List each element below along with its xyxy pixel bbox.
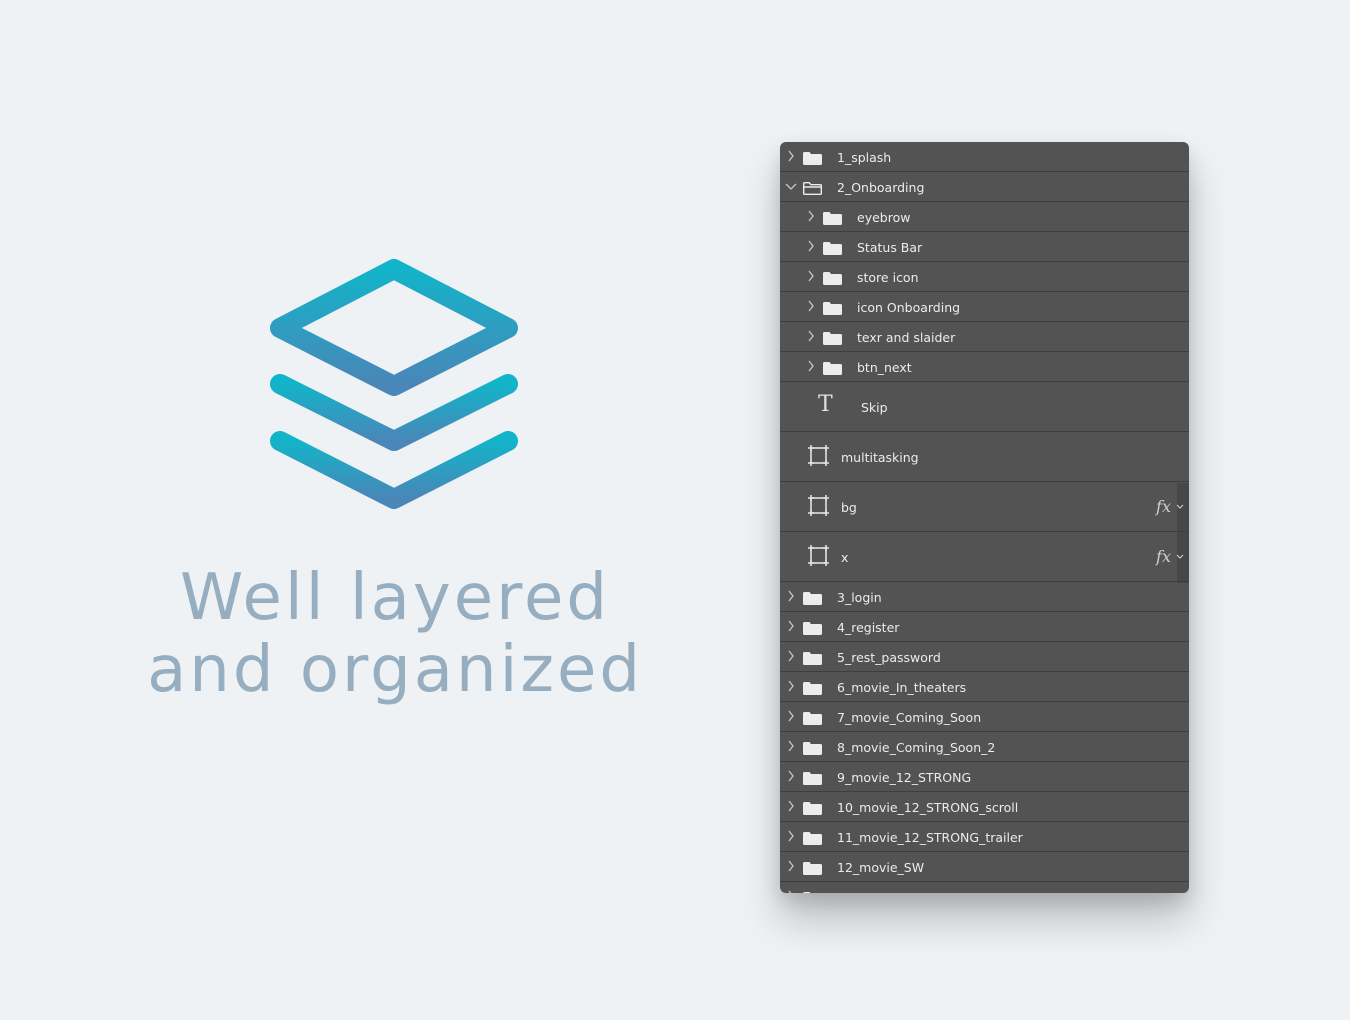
layer-label: multitasking [841,450,919,465]
chevron-right-icon[interactable] [786,829,796,843]
headline-line-1: Well layered [180,561,610,635]
folder-icon [803,712,822,725]
layer-label: btn_next [857,360,912,375]
chevron-right-icon[interactable] [786,889,796,893]
folder-icon [803,772,822,785]
folder-icon [823,362,842,375]
shape-layer-icon [808,445,829,466]
layer-row-icon-onboarding[interactable]: icon Onboarding [780,292,1189,322]
layer-row-10-movie-12-strong-scroll[interactable]: 10_movie_12_STRONG_scroll [780,792,1189,822]
folder-icon [803,682,822,695]
layer-row-skip[interactable]: T Skip [780,382,1189,432]
layer-row-eyebrow[interactable]: eyebrow [780,202,1189,232]
chevron-right-icon[interactable] [806,359,816,373]
layer-row-bg[interactable]: bg fx [780,482,1189,532]
shape-layer-icon [808,495,829,516]
chevron-right-icon[interactable] [786,679,796,693]
layer-row-12-movie-sw[interactable]: 12_movie_SW [780,852,1189,882]
chevron-right-icon[interactable] [786,649,796,663]
layer-row-9-movie-12-strong[interactable]: 9_movie_12_STRONG [780,762,1189,792]
layer-label: x [841,550,849,565]
chevron-right-icon[interactable] [806,329,816,343]
layer-label: 2_Onboarding [837,180,925,195]
layer-row-partial[interactable] [780,882,1189,893]
layer-row-2-onboarding[interactable]: 2_Onboarding [780,172,1189,202]
folder-icon [823,302,842,315]
folder-open-icon [803,182,822,195]
layer-label: 9_movie_12_STRONG [837,770,972,785]
chevron-right-icon[interactable] [786,739,796,753]
layer-label: 3_login [837,590,882,605]
chevron-right-icon[interactable] [806,269,816,283]
hero-area: Well layered and organized [0,0,780,1020]
layer-label: 11_movie_12_STRONG_trailer [837,830,1023,845]
fx-chevron-icon[interactable] [1175,500,1185,510]
layer-label: Skip [861,400,888,415]
layer-row-multitasking[interactable]: multitasking [780,432,1189,482]
chevron-right-icon[interactable] [786,799,796,813]
layer-label: store icon [857,270,919,285]
layers-panel: 1_splash 2_Onboardingeyebrow Status Bar sto… [780,142,1189,893]
layer-label: icon Onboarding [857,300,961,315]
layer-label: 4_register [837,620,900,635]
layer-row-4-register[interactable]: 4_register [780,612,1189,642]
chevron-right-icon[interactable] [806,299,816,313]
layer-label: bg [841,500,857,515]
layer-label: Status Bar [857,240,923,255]
folder-icon [803,592,822,605]
layer-label: 8_movie_Coming_Soon_2 [837,740,996,755]
layer-label: 12_movie_SW [837,860,925,875]
shape-layer-icon [808,545,829,566]
layer-label: 10_movie_12_STRONG_scroll [837,800,1019,815]
text-layer-icon: T [818,392,833,417]
layer-label: 7_movie_Coming_Soon [837,710,982,725]
folder-icon [803,652,822,665]
folder-icon [823,242,842,255]
layer-row-texr-and-slaider[interactable]: texr and slaider [780,322,1189,352]
headline-line-2: and organized [147,633,643,707]
chevron-right-icon[interactable] [786,589,796,603]
layer-row-5-rest-password[interactable]: 5_rest_password [780,642,1189,672]
folder-icon [823,212,842,225]
layer-row-6-movie-in-theaters[interactable]: 6_movie_In_theaters [780,672,1189,702]
fx-icon[interactable]: fx [1156,547,1171,566]
folder-icon [803,152,822,165]
layer-row-1-splash[interactable]: 1_splash [780,142,1189,172]
chevron-down-icon[interactable] [784,181,797,195]
chevron-right-icon[interactable] [786,859,796,873]
layer-row-7-movie-coming-soon[interactable]: 7_movie_Coming_Soon [780,702,1189,732]
layer-row-store-icon[interactable]: store icon [780,262,1189,292]
layer-row-x[interactable]: x fx [780,532,1189,582]
fx-chevron-icon[interactable] [1175,550,1185,560]
layer-label: 1_splash [837,150,892,165]
layer-row-11-movie-12-strong-trailer[interactable]: 11_movie_12_STRONG_trailer [780,822,1189,852]
layer-row-3-login[interactable]: 3_login [780,582,1189,612]
chevron-right-icon[interactable] [786,619,796,633]
layer-row-8-movie-coming-soon-2[interactable]: 8_movie_Coming_Soon_2 [780,732,1189,762]
folder-icon [803,742,822,755]
folder-icon [823,272,842,285]
stacked-layers-icon [270,259,518,509]
chevron-right-icon[interactable] [786,709,796,723]
folder-icon [823,332,842,345]
layer-label: texr and slaider [857,330,956,345]
layer-label: 6_movie_In_theaters [837,680,967,695]
chevron-right-icon[interactable] [786,769,796,783]
layer-label: eyebrow [857,210,911,225]
folder-icon [803,862,822,875]
folder-icon [803,802,822,815]
layer-row-status-bar[interactable]: Status Bar [780,232,1189,262]
layer-label: 5_rest_password [837,650,941,665]
folder-icon [803,892,822,893]
chevron-right-icon[interactable] [806,209,816,223]
fx-icon[interactable]: fx [1156,497,1171,516]
folder-icon [803,832,822,845]
chevron-right-icon[interactable] [786,149,796,163]
chevron-right-icon[interactable] [806,239,816,253]
layer-row-btn-next[interactable]: btn_next [780,352,1189,382]
folder-icon [803,622,822,635]
